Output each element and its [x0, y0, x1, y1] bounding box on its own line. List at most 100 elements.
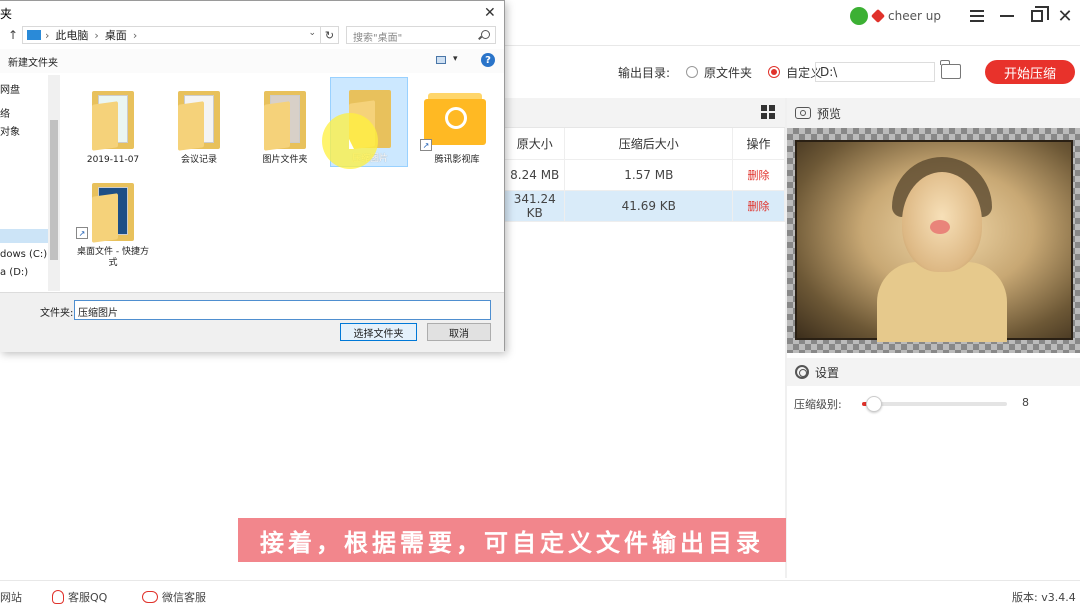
settings-header: 设置 [787, 358, 1080, 386]
breadcrumb-this-pc[interactable]: 此电脑 [55, 27, 88, 43]
computer-icon [27, 30, 41, 40]
col-compressed-size: 压缩后大小 [564, 128, 734, 160]
nav-item[interactable]: 对象 [0, 123, 20, 138]
folder-item[interactable]: 2019-11-07 [74, 79, 152, 169]
col-action: 操作 [732, 128, 785, 160]
shortcut-name: 腾讯影视库 [434, 155, 480, 165]
shortcut-item[interactable]: ↗ 腾讯影视库 [418, 79, 496, 169]
folder-name: 图片文件夹 [262, 155, 308, 165]
minimize-icon [1000, 15, 1014, 17]
output-dir-input[interactable]: D:\ [815, 62, 935, 82]
maximize-button[interactable] [1027, 6, 1049, 26]
status-bar: 网站 客服QQ 微信客服 版本: v3.4.4 [0, 580, 1080, 608]
wechat-support-icon [142, 591, 158, 603]
video-subtitle: 接着，根据需要，可自定义文件输出目录 [238, 518, 786, 562]
wechat-support-link[interactable]: 微信客服 [142, 589, 206, 605]
file-table: 原大小 压缩后大小 操作 8.24 MB 1.57 MB 删除 341.24 K… [505, 128, 785, 222]
nav-item-drive-c[interactable]: dows (C:) [0, 249, 47, 260]
chevron-right-icon: › [132, 28, 138, 42]
chevron-right-icon: › [45, 28, 50, 42]
grid-view-icon[interactable] [761, 105, 775, 119]
compress-level-value: 8 [1022, 396, 1029, 409]
qq-label: 客服QQ [68, 591, 108, 604]
nav-item[interactable]: 网盘 [0, 81, 20, 96]
folder-label: 文件夹: [40, 308, 74, 319]
menu-icon [970, 15, 984, 17]
tencent-video-icon [424, 93, 486, 145]
up-arrow-icon[interactable]: ↑ [8, 28, 18, 42]
compress-level-slider[interactable] [862, 396, 1007, 412]
folder-icon [92, 91, 134, 151]
search-icon [481, 30, 490, 39]
folder-item[interactable]: 会议记录 [160, 79, 238, 169]
folder-icon [178, 91, 220, 151]
table-row[interactable]: 341.24 KB 41.69 KB 删除 [505, 190, 785, 222]
scroll-thumb[interactable] [50, 120, 58, 260]
select-folder-button[interactable]: 选择文件夹 [340, 323, 417, 341]
shortcut-arrow-icon: ↗ [76, 227, 88, 239]
preview-title: 预览 [817, 106, 842, 121]
shortcut-item[interactable]: ↗ 桌面文件 - 快捷方式 [74, 171, 152, 268]
dialog-toolbar [0, 49, 504, 73]
version-label: 版本: v3.4.4 [1012, 591, 1076, 604]
breadcrumb-desktop[interactable]: 桌面 [105, 27, 127, 43]
delete-link[interactable]: 删除 [732, 190, 785, 222]
website-link[interactable]: 网站 [0, 589, 22, 605]
settings-title: 设置 [815, 365, 840, 380]
vip-icon [870, 8, 886, 24]
radio-original-folder[interactable] [686, 66, 699, 78]
start-compress-button[interactable]: 开始压缩 [985, 60, 1075, 84]
nav-item[interactable]: 络 [0, 105, 10, 120]
user-info[interactable]: cheer up [850, 6, 941, 26]
help-icon[interactable]: ? [481, 53, 495, 67]
menu-button[interactable] [967, 6, 987, 26]
output-dir-label: 输出目录: [618, 65, 671, 80]
nav-item-drive-d[interactable]: a (D:) [0, 267, 28, 278]
chevron-down-icon[interactable]: ⌄ [308, 28, 316, 38]
search-input[interactable]: 搜索"桌面" [346, 26, 496, 44]
refresh-icon[interactable]: ↻ [321, 26, 339, 44]
chevron-right-icon: › [94, 28, 99, 42]
list-toolbar [505, 98, 785, 128]
nav-scrollbar[interactable] [48, 75, 60, 291]
user-name: cheer up [888, 9, 941, 23]
photo [795, 140, 1073, 342]
cell-orig: 341.24 KB [505, 190, 566, 222]
wechat-icon [850, 7, 868, 25]
qq-icon [52, 590, 64, 604]
delete-link[interactable]: 删除 [732, 159, 785, 191]
cell-compressed: 41.69 KB [564, 190, 734, 222]
maximize-icon [1031, 6, 1049, 22]
radio-custom[interactable] [768, 66, 781, 78]
wechat-label: 微信客服 [162, 591, 206, 604]
folder-item[interactable]: 图片文件夹 [246, 79, 324, 169]
shortcut-name: 桌面文件 - 快捷方式 [77, 247, 149, 268]
qq-support-link[interactable]: 客服QQ [52, 589, 107, 605]
new-folder-button[interactable]: 新建文件夹 [8, 54, 58, 69]
shortcut-arrow-icon: ↗ [420, 139, 432, 151]
folder-name: 2019-11-07 [86, 155, 140, 165]
close-button[interactable]: ✕ [1055, 5, 1075, 27]
minimize-button[interactable] [997, 6, 1017, 26]
view-dropdown-icon[interactable]: ▾ [453, 54, 458, 64]
preview-header: 预览 [787, 98, 1080, 128]
gear-icon [795, 365, 809, 379]
file-list: 2019-11-07 会议记录 图片文件夹 压缩图片 ↗ 腾讯影视库 ↗ 桌面文… [62, 75, 504, 291]
folder-name: 会议记录 [180, 155, 217, 165]
dialog-close-icon[interactable]: ✕ [484, 5, 496, 21]
table-row[interactable]: 8.24 MB 1.57 MB 删除 [505, 159, 785, 191]
select-folder-dialog: 夹 ✕ ↑ › 此电脑 › 桌面 › ⌄ ↻ 搜索"桌面" 新建文件夹 ▾ ? … [0, 0, 505, 352]
preview-icon [795, 107, 811, 119]
folder-icon [92, 183, 134, 243]
radio-original-label: 原文件夹 [704, 65, 753, 80]
preview-image [787, 128, 1080, 353]
nav-item-selected[interactable] [0, 229, 48, 243]
folder-name-input[interactable]: 压缩图片 [74, 300, 491, 320]
view-mode-icon[interactable] [436, 56, 446, 64]
output-dir-row: 输出目录: 原文件夹 自定义 [618, 60, 822, 84]
slider-knob[interactable] [865, 396, 882, 412]
browse-folder-icon[interactable] [940, 60, 961, 79]
cancel-button[interactable]: 取消 [427, 323, 491, 341]
close-icon: ✕ [1057, 5, 1073, 27]
address-bar[interactable]: › 此电脑 › 桌面 › ⌄ [22, 26, 321, 44]
